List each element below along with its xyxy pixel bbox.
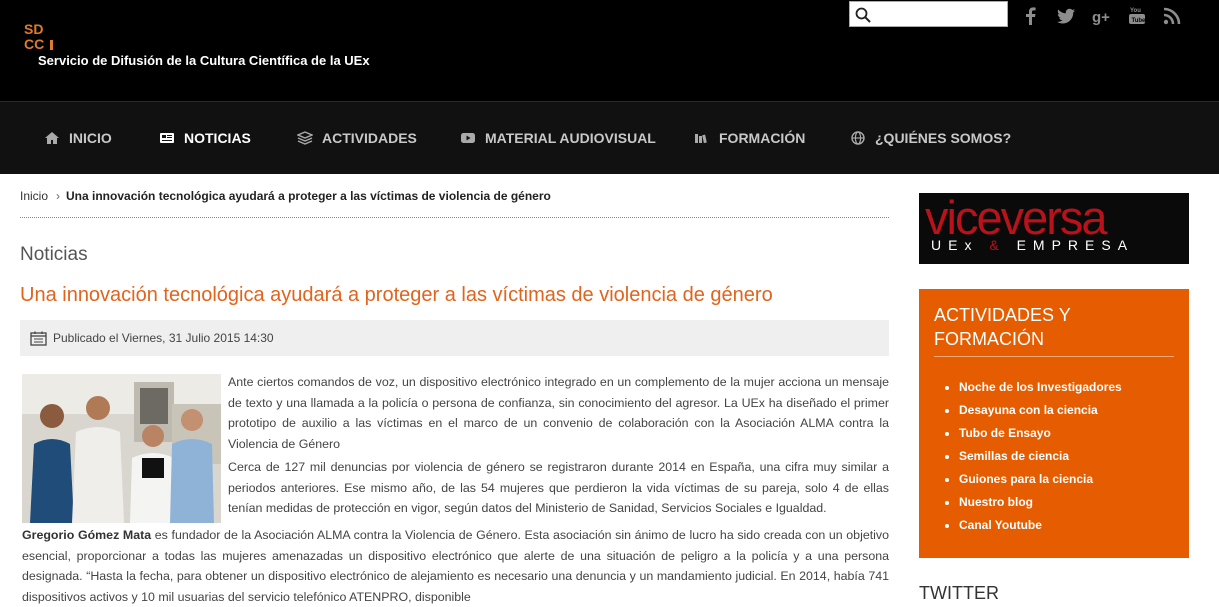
section-heading: Noticias — [20, 244, 88, 265]
box-title: ACTIVIDADES Y FORMACIÓN — [934, 305, 1071, 349]
article-paragraph: Ante ciertos comandos de voz, un disposi… — [228, 375, 889, 451]
layers-icon — [297, 131, 313, 145]
nav-label: FORMACIÓN — [719, 130, 806, 146]
nav-item-formacion[interactable]: FORMACIÓN — [694, 102, 805, 174]
person-name: Gregorio Gómez Mata — [22, 528, 152, 542]
site-logo[interactable]: SD CC — [22, 20, 56, 52]
globe-icon — [851, 131, 865, 145]
nav-item-noticias[interactable]: NOTICIAS — [159, 102, 251, 174]
divider — [934, 356, 1174, 357]
svg-text:SD: SD — [24, 21, 43, 37]
article-photo — [22, 374, 221, 523]
search-input[interactable] — [876, 4, 1005, 26]
published-date: Publicado el Viernes, 31 Julio 2015 14:3… — [53, 331, 274, 345]
header: SD CC Servicio de Difusión de la Cultura… — [0, 0, 1219, 101]
site-title[interactable]: Servicio de Difusión de la Cultura Cient… — [38, 53, 370, 68]
twitter-icon[interactable] — [1056, 6, 1076, 26]
google-plus-icon[interactable]: g+ — [1092, 6, 1112, 26]
banner-subtitle: UEx & EMPRESA — [931, 237, 1135, 253]
list-item[interactable]: Nuestro blog — [959, 491, 1122, 514]
nav-label: ¿QUIÉNES SOMOS? — [875, 130, 1012, 146]
search-box[interactable] — [849, 1, 1008, 27]
breadcrumb-home-link[interactable]: Inicio — [20, 189, 48, 203]
list-item[interactable]: Guiones para la ciencia — [959, 468, 1122, 491]
chevron-right-icon: › — [56, 189, 61, 203]
divider — [20, 217, 889, 218]
search-icon — [855, 7, 871, 23]
facebook-icon[interactable] — [1021, 6, 1041, 26]
paragraph-text: es fundador de la Asociación ALMA contra… — [22, 528, 889, 604]
svg-text:CC: CC — [24, 36, 44, 52]
rss-icon[interactable] — [1162, 6, 1182, 26]
nav-label: ACTIVIDADES — [322, 130, 417, 146]
youtube-icon[interactable]: You Tube — [1127, 6, 1147, 26]
list-item[interactable]: Noche de los Investigadores — [959, 376, 1122, 399]
newspaper-icon — [160, 133, 174, 143]
list-item[interactable]: Semillas de ciencia — [959, 445, 1122, 468]
list-item[interactable]: Tubo de Ensayo — [959, 422, 1122, 445]
calendar-icon — [30, 331, 47, 346]
nav-label: NOTICIAS — [184, 130, 251, 146]
nav-item-actividades[interactable]: ACTIVIDADES — [297, 102, 417, 174]
home-icon — [45, 132, 59, 144]
breadcrumb-current: Una innovación tecnológica ayudará a pro… — [66, 189, 551, 203]
nav-item-quienes-somos[interactable]: ¿QUIÉNES SOMOS? — [850, 102, 1011, 174]
list-item[interactable]: Canal Youtube — [959, 514, 1122, 537]
activities-list: Noche de los Investigadores Desayuna con… — [941, 376, 1122, 537]
main-nav: INICIO NOTICIAS ACTIVIDADES MATERIAL AUD… — [0, 101, 1219, 174]
video-icon — [461, 133, 475, 143]
article-title[interactable]: Una innovación tecnológica ayudará a pro… — [20, 284, 773, 307]
viceversa-banner[interactable]: viceversa UEx & EMPRESA — [919, 193, 1189, 264]
nav-label: MATERIAL AUDIOVISUAL — [485, 130, 656, 146]
nav-item-material-audiovisual[interactable]: MATERIAL AUDIOVISUAL — [460, 102, 656, 174]
nav-item-inicio[interactable]: INICIO — [44, 102, 112, 174]
article-paragraph: Cerca de 127 mil denuncias por violencia… — [228, 460, 889, 515]
breadcrumb: Inicio › Una innovación tecnológica ayudar… — [20, 189, 551, 203]
svg-text:You: You — [1130, 8, 1141, 14]
list-item[interactable]: Desayuna con la ciencia — [959, 399, 1122, 422]
activities-box: ACTIVIDADES Y FORMACIÓN Noche de los Inv… — [919, 289, 1189, 558]
svg-text:Tube: Tube — [1132, 18, 1147, 24]
article-meta: Publicado el Viernes, 31 Julio 2015 14:3… — [20, 320, 889, 356]
banner-logo-text: viceversa — [925, 193, 1108, 244]
nav-label: INICIO — [69, 130, 112, 146]
twitter-heading: TWITTER — [919, 583, 999, 603]
svg-text:g+: g+ — [1092, 9, 1110, 26]
books-icon — [695, 134, 707, 144]
